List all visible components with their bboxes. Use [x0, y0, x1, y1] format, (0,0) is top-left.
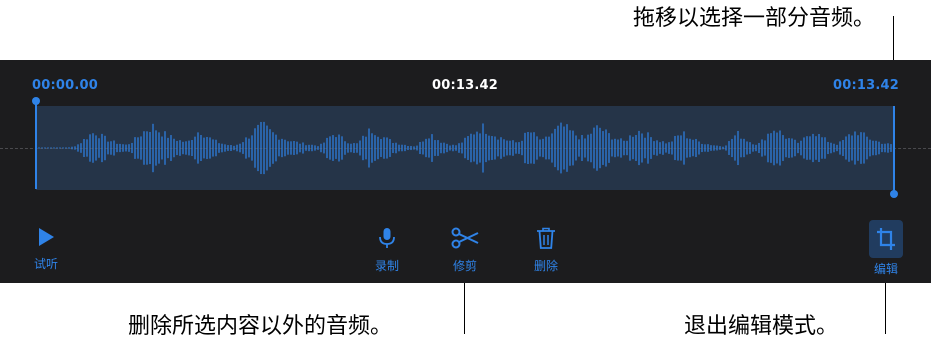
waveform: [36, 121, 892, 175]
selection-start-handle[interactable]: [35, 101, 37, 189]
play-button[interactable]: 试听: [26, 227, 66, 272]
trim-label: 修剪: [452, 259, 477, 273]
play-icon: [39, 228, 54, 246]
crop-icon: [877, 228, 895, 250]
microphone-icon: [379, 228, 395, 248]
trash-icon: [537, 227, 555, 249]
end-time: 00:13.42: [833, 78, 900, 93]
leader-line-trim: [464, 283, 465, 334]
edit-label: 编辑: [873, 262, 898, 276]
record-label: 录制: [374, 259, 399, 273]
delete-label: 删除: [533, 259, 558, 273]
selection-end-knob[interactable]: [890, 190, 898, 198]
current-time: 00:13.42: [432, 78, 499, 93]
voice-memo-editor: 00:00.00 00:13.42 00:13.42 试听 录制 修剪 删除 编…: [0, 60, 931, 283]
start-time: 00:00.00: [32, 78, 99, 93]
trim-button[interactable]: 修剪: [443, 227, 487, 274]
callout-drag-select: 拖移以选择一部分音频。: [632, 6, 875, 31]
callout-exit-edit: 退出编辑模式。: [684, 314, 839, 339]
selection-start-knob[interactable]: [32, 97, 40, 105]
scissors-icon: [451, 227, 479, 249]
play-label: 试听: [33, 257, 58, 271]
callout-trim: 删除所选内容以外的音频。: [128, 314, 393, 339]
selection-end-handle[interactable]: [893, 106, 895, 194]
edit-button[interactable]: 编辑: [864, 220, 908, 277]
record-button[interactable]: 录制: [365, 227, 409, 274]
delete-button[interactable]: 删除: [524, 227, 568, 274]
edit-active-highlight: [869, 220, 903, 258]
leader-line-edit: [885, 283, 886, 334]
